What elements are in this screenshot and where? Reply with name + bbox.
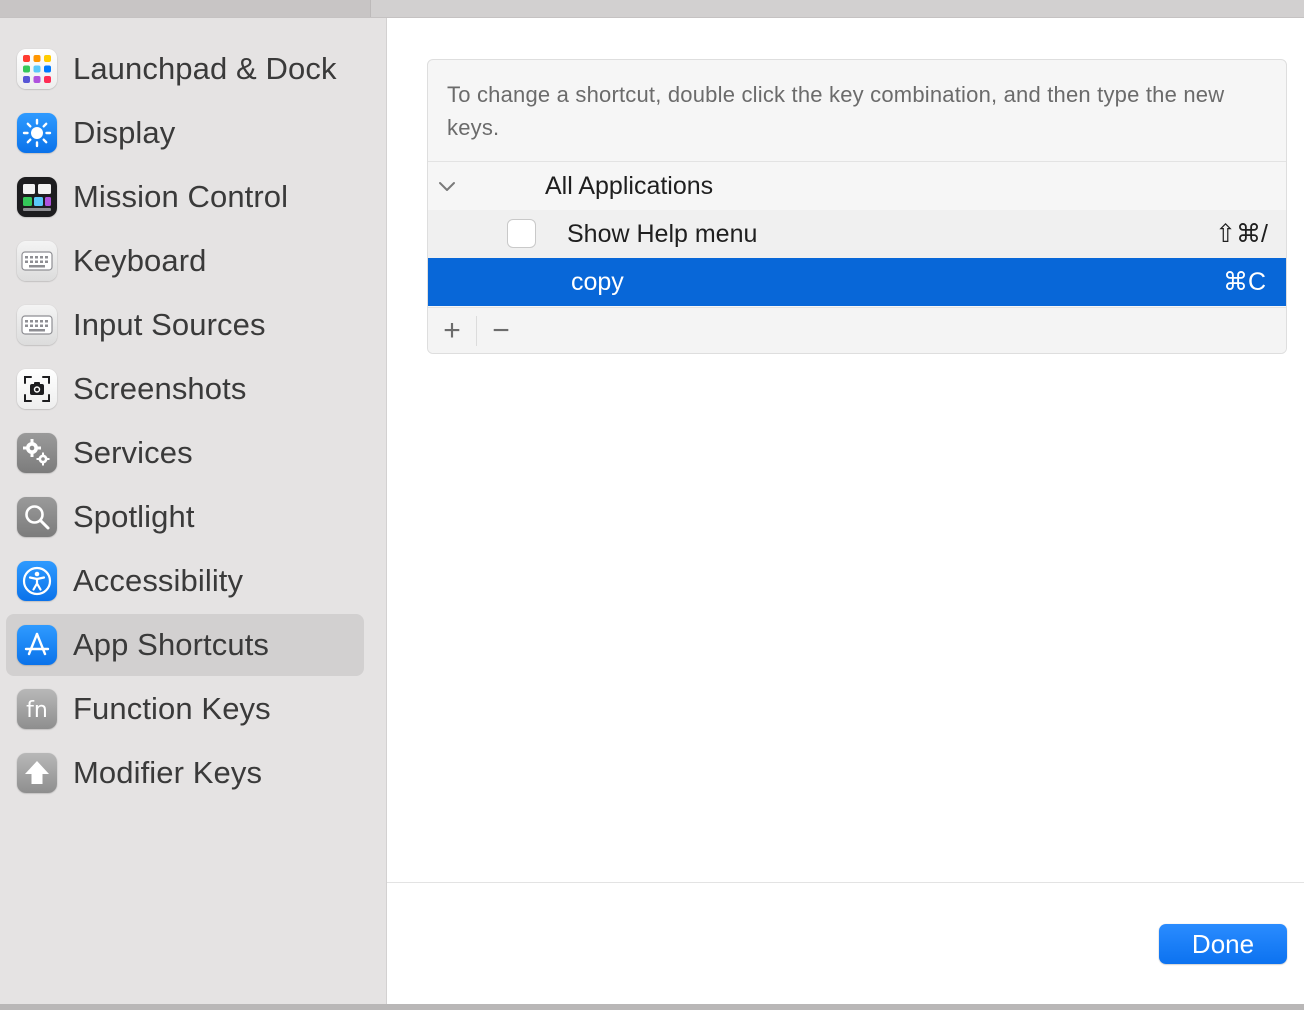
sidebar-item-keyboard[interactable]: Keyboard	[6, 230, 364, 292]
sidebar-item-modifier-keys[interactable]: Modifier Keys	[6, 742, 364, 804]
group-row-all-applications[interactable]: All Applications	[428, 162, 1286, 210]
keyboard-shortcuts-sheet: Launchpad & Dock Display Mission Control…	[0, 17, 1304, 1005]
input-sources-icon	[17, 305, 57, 345]
launchpad-icon	[17, 49, 57, 89]
background-strip-segment	[370, 0, 1304, 18]
sidebar-item-label: Keyboard	[73, 243, 207, 278]
screenshot-camera-icon	[17, 369, 57, 409]
sidebar-item-display[interactable]: Display	[6, 102, 364, 164]
footer-divider	[387, 882, 1304, 883]
app-store-icon	[17, 625, 57, 665]
sidebar-item-screenshots[interactable]: Screenshots	[6, 358, 364, 420]
accessibility-icon	[17, 561, 57, 601]
shortcut-menu-title: Show Help menu	[567, 219, 758, 248]
display-brightness-icon	[17, 113, 57, 153]
mission-control-icon	[17, 177, 57, 217]
add-shortcut-button[interactable]: +	[428, 308, 476, 353]
sidebar-item-label: Function Keys	[73, 691, 271, 726]
sidebar-item-services[interactable]: Services	[6, 422, 364, 484]
sidebar-item-label: Launchpad & Dock	[73, 51, 337, 86]
sidebar-item-label: Screenshots	[73, 371, 247, 406]
sidebar-item-accessibility[interactable]: Accessibility	[6, 550, 364, 612]
shortcut-key-combo[interactable]: ⌘C	[1223, 267, 1266, 297]
instructions-text: To change a shortcut, double click the k…	[447, 82, 1225, 140]
sidebar-item-label: Accessibility	[73, 563, 244, 598]
sidebar-item-label: App Shortcuts	[73, 627, 270, 662]
sidebar: Launchpad & Dock Display Mission Control…	[0, 18, 387, 1005]
shortcut-key-combo[interactable]: ⇧⌘/	[1215, 219, 1268, 249]
fn-icon: fn	[17, 689, 57, 729]
sidebar-item-label: Services	[73, 435, 193, 470]
sidebar-item-mission-control[interactable]: Mission Control	[6, 166, 364, 228]
remove-shortcut-button[interactable]: −	[477, 308, 525, 353]
shortcut-menu-title: copy	[571, 267, 624, 296]
magnifier-icon	[17, 497, 57, 537]
sidebar-item-spotlight[interactable]: Spotlight	[6, 486, 364, 548]
sidebar-item-function-keys[interactable]: fn Function Keys	[6, 678, 364, 740]
shortcut-row[interactable]: Show Help menu ⇧⌘/	[428, 210, 1286, 258]
shortcut-row-selected[interactable]: copy ⌘C	[428, 258, 1286, 306]
list-toolbar: + −	[428, 307, 1286, 353]
sidebar-item-input-sources[interactable]: Input Sources	[6, 294, 364, 356]
sidebar-item-label: Modifier Keys	[73, 755, 263, 790]
sidebar-item-label: Display	[73, 115, 176, 150]
chevron-down-icon[interactable]	[434, 173, 460, 199]
background-strip	[0, 0, 1304, 18]
group-label: All Applications	[545, 171, 714, 200]
shift-arrow-icon	[17, 753, 57, 793]
sidebar-item-label: Input Sources	[73, 307, 266, 342]
keyboard-icon	[17, 241, 57, 281]
enable-checkbox[interactable]	[507, 219, 536, 248]
svg-text:fn: fn	[26, 698, 48, 723]
shortcuts-list: All Applications Show Help menu ⇧⌘/ copy…	[428, 161, 1286, 308]
done-button[interactable]: Done	[1159, 924, 1287, 964]
gears-icon	[17, 433, 57, 473]
shortcuts-panel: To change a shortcut, double click the k…	[427, 59, 1287, 354]
sidebar-item-label: Mission Control	[73, 179, 289, 214]
sidebar-item-app-shortcuts[interactable]: App Shortcuts	[6, 614, 364, 676]
sidebar-item-label: Spotlight	[73, 499, 195, 534]
background-strip-bottom	[0, 1004, 1304, 1010]
sidebar-item-launchpad-dock[interactable]: Launchpad & Dock	[6, 38, 364, 100]
